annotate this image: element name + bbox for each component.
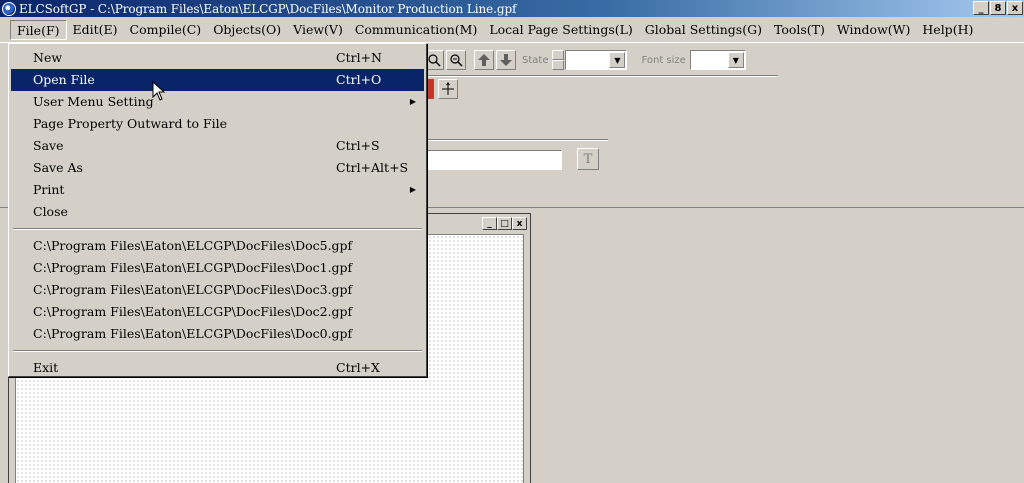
text-tool-button[interactable]: T [577, 148, 599, 170]
send-backward-button[interactable] [496, 50, 516, 70]
recent-file-item[interactable]: C:\Program Files\Eaton\ELCGP\DocFiles\Do… [11, 323, 424, 345]
menu-item-label: Exit [33, 360, 59, 375]
menu-item-print[interactable]: Print ▶ [11, 179, 424, 201]
zoom-in-button[interactable] [424, 50, 444, 70]
mouse-pointer-icon [152, 81, 166, 101]
menu-item-label: Print [33, 182, 65, 197]
recent-file-item[interactable]: C:\Program Files\Eaton\ELCGP\DocFiles\Do… [11, 257, 424, 279]
zoom-out-icon [450, 54, 463, 67]
zoom-out-button[interactable] [446, 50, 466, 70]
toolbar-divider [424, 75, 778, 77]
menu-compile[interactable]: Compile(C) [124, 20, 208, 40]
text-input[interactable] [424, 150, 562, 170]
menu-tools[interactable]: Tools(T) [768, 20, 831, 40]
document-window-controls: _ □ x [482, 217, 527, 230]
menu-window[interactable]: Window(W) [831, 20, 917, 40]
menu-item-save[interactable]: Save Ctrl+S [11, 135, 424, 157]
menu-item-open-file[interactable]: Open File Ctrl+O [11, 69, 424, 91]
menu-item-exit[interactable]: Exit Ctrl+X [11, 357, 424, 379]
menu-objects[interactable]: Objects(O) [207, 20, 287, 40]
menu-item-label: Save As [33, 160, 83, 175]
recent-file-item[interactable]: C:\Program Files\Eaton\ELCGP\DocFiles\Do… [11, 301, 424, 323]
app-logo-icon[interactable] [2, 1, 16, 16]
menu-item-page-property[interactable]: Page Property Outward to File [11, 113, 424, 135]
menu-item-close[interactable]: Close [11, 201, 424, 223]
menu-bar: File(F) Edit(E) Compile(C) Objects(O) Vi… [0, 17, 1024, 43]
menu-global-settings[interactable]: Global Settings(G) [639, 20, 768, 40]
menu-item-label: User Menu Setting [33, 94, 154, 109]
menu-communication[interactable]: Communication(M) [349, 20, 484, 40]
toolbar-row-1: State ▼ Font size ▼ [424, 50, 746, 70]
doc-maximize-button[interactable]: □ [497, 217, 512, 230]
font-size-label: Font size [641, 54, 686, 66]
state-label: State [522, 54, 549, 66]
recent-file-path: C:\Program Files\Eaton\ELCGP\DocFiles\Do… [33, 260, 353, 275]
doc-minimize-button[interactable]: _ [482, 217, 497, 230]
menu-item-save-as[interactable]: Save As Ctrl+Alt+S [11, 157, 424, 179]
menu-item-new[interactable]: New Ctrl+N [11, 47, 424, 69]
menu-item-shortcut: Ctrl+O [336, 72, 382, 87]
recent-file-path: C:\Program Files\Eaton\ELCGP\DocFiles\Do… [33, 238, 353, 253]
menu-local-page-settings[interactable]: Local Page Settings(L) [483, 20, 638, 40]
close-button[interactable]: x [1007, 1, 1023, 15]
recent-file-path: C:\Program Files\Eaton\ELCGP\DocFiles\Do… [33, 304, 353, 319]
recent-file-item[interactable]: C:\Program Files\Eaton\ELCGP\DocFiles\Do… [11, 235, 424, 257]
menu-item-label: Open File [33, 72, 95, 87]
bring-forward-button[interactable] [474, 50, 494, 70]
chevron-down-icon[interactable]: ▼ [727, 52, 744, 68]
menu-edit[interactable]: Edit(E) [67, 20, 124, 40]
window-controls: _ 8 x [973, 1, 1023, 15]
menu-item-label: New [33, 50, 63, 65]
arrow-down-icon [500, 54, 512, 66]
menu-item-user-menu-setting[interactable]: User Menu Setting ▶ [11, 91, 424, 113]
arrow-up-icon [478, 54, 490, 66]
recent-file-path: C:\Program Files\Eaton\ELCGP\DocFiles\Do… [33, 282, 353, 297]
window-title: ELCSoftGP - C:\Program Files\Eaton\ELCGP… [19, 1, 517, 16]
menu-file[interactable]: File(F) [10, 19, 67, 40]
doc-close-button[interactable]: x [512, 217, 527, 230]
font-size-combo[interactable]: ▼ [689, 50, 746, 70]
state-spinner[interactable] [552, 50, 565, 70]
menu-separator [13, 350, 422, 352]
toolbar-row-2 [424, 79, 460, 99]
menu-item-shortcut: Ctrl+N [336, 50, 382, 65]
state-combo[interactable]: ▼ [565, 50, 628, 70]
menu-item-shortcut: Ctrl+S [336, 138, 380, 153]
menu-item-label: Save [33, 138, 64, 153]
menu-help[interactable]: Help(H) [916, 20, 979, 40]
recent-file-path: C:\Program Files\Eaton\ELCGP\DocFiles\Do… [33, 326, 353, 341]
crosshair-icon [442, 82, 454, 95]
file-menu-dropdown: New Ctrl+N Open File Ctrl+O User Menu Se… [8, 43, 427, 377]
menu-separator [13, 228, 422, 230]
chevron-down-icon[interactable]: ▼ [609, 52, 626, 68]
maximize-button[interactable]: 8 [990, 1, 1006, 15]
submenu-arrow-icon: ▶ [409, 97, 416, 106]
menu-item-shortcut: Ctrl+X [336, 360, 380, 375]
text-toolbar-divider [424, 139, 608, 141]
title-bar[interactable]: ELCSoftGP - C:\Program Files\Eaton\ELCGP… [0, 0, 1024, 17]
menu-item-label: Page Property Outward to File [33, 116, 228, 131]
minimize-button[interactable]: _ [973, 1, 989, 15]
menu-item-label: Close [33, 204, 68, 219]
recent-file-item[interactable]: C:\Program Files\Eaton\ELCGP\DocFiles\Do… [11, 279, 424, 301]
menu-item-shortcut: Ctrl+Alt+S [336, 160, 409, 175]
menu-view[interactable]: View(V) [287, 20, 349, 40]
move-tool-button[interactable] [438, 79, 458, 99]
zoom-in-icon [428, 54, 441, 67]
submenu-arrow-icon: ▶ [409, 185, 416, 194]
